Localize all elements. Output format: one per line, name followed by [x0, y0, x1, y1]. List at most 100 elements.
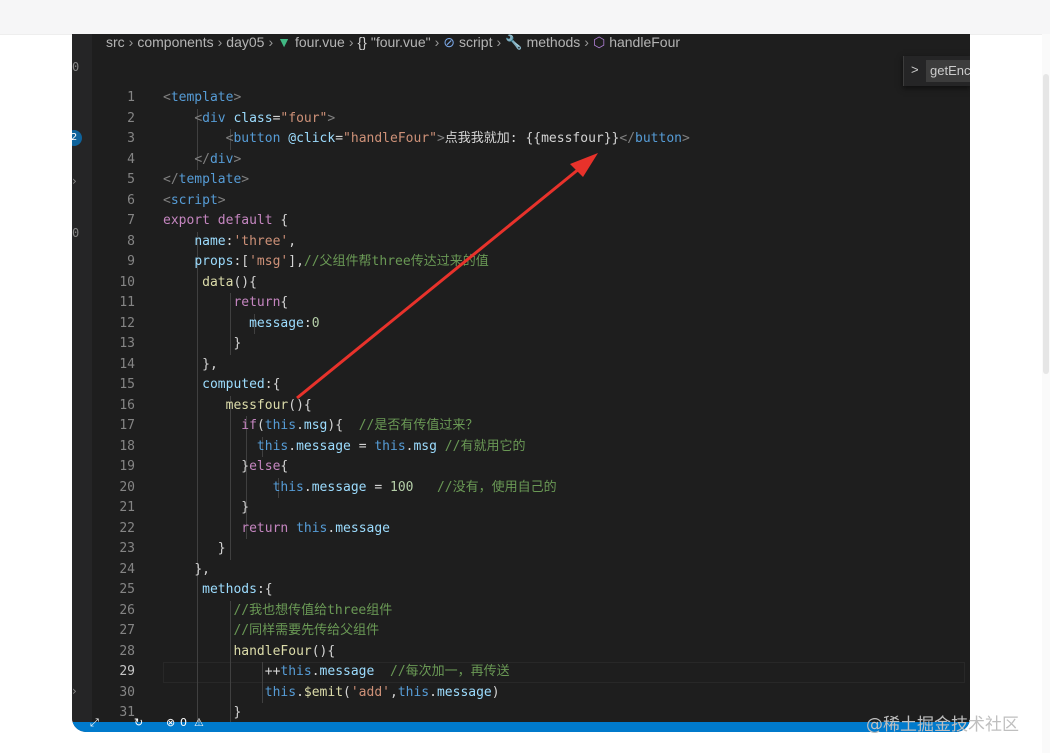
- code-line[interactable]: 13 }: [92, 334, 970, 355]
- chevron-right-icon[interactable]: ›: [72, 174, 77, 188]
- code-line[interactable]: 25 methods:{: [92, 580, 970, 601]
- code-text[interactable]: }: [163, 539, 226, 560]
- code-line[interactable]: 11 return{: [92, 293, 970, 314]
- code-line[interactable]: 24 },: [92, 559, 970, 581]
- line-number: 14: [119, 356, 135, 372]
- chevron-right-icon: ›: [268, 34, 274, 50]
- code-line[interactable]: 20 this.message = 100 //没有，使用自己的: [92, 477, 970, 499]
- code-line[interactable]: 30 this.$emit('add',this.message): [92, 682, 970, 704]
- chevron-right-icon: ›: [128, 34, 134, 50]
- code-line[interactable]: 29 ++this.message //每次加一，再传送: [92, 662, 970, 683]
- code-line[interactable]: 16 messfour(){: [92, 395, 970, 417]
- chevron-right-icon: ›: [434, 34, 440, 50]
- line-number: 28: [119, 643, 135, 659]
- code-text[interactable]: export default {: [163, 211, 288, 232]
- code-line[interactable]: 18 this.message = this.msg //有就用它的: [92, 436, 970, 458]
- code-text[interactable]: }: [163, 498, 249, 519]
- chevron-right-icon[interactable]: ›: [72, 684, 77, 698]
- code-text[interactable]: <script>: [163, 191, 226, 212]
- code-line[interactable]: 17 if(this.msg){ //是否有传值过来？: [92, 416, 970, 437]
- line-number: 17: [119, 418, 135, 433]
- breadcrumb-item-file[interactable]: four.vue: [295, 34, 345, 50]
- code-line[interactable]: 14 },: [92, 354, 970, 376]
- line-number: 21: [119, 500, 135, 515]
- code-line[interactable]: 10 data(){: [92, 272, 970, 294]
- vue-icon: ▼: [277, 34, 291, 50]
- code-line[interactable]: 6 <script>: [92, 191, 970, 212]
- code-line[interactable]: 9 props:['msg'],//父组件帮three传达过来的值: [92, 252, 970, 273]
- code-text[interactable]: },: [163, 355, 218, 376]
- line-number: 26: [119, 602, 135, 618]
- code-text[interactable]: //我也想传值给three组件: [163, 601, 392, 622]
- code-text[interactable]: }else{: [163, 457, 288, 478]
- code-line[interactable]: 22 return this.message: [92, 518, 970, 540]
- code-text[interactable]: if(this.msg){ //是否有传值过来？: [163, 416, 478, 437]
- code-line[interactable]: 3 <button @click="handleFour">点我我就加: {{m…: [92, 129, 970, 150]
- code-line[interactable]: 19 }else{: [92, 457, 970, 478]
- code-area[interactable]: 1 <template> 2 <div class="four"> 3 <button…: [92, 88, 970, 724]
- code-text[interactable]: return{: [163, 293, 288, 314]
- code-line[interactable]: 21 }: [92, 498, 970, 519]
- line-number: 10: [119, 274, 135, 290]
- line-number: 5: [127, 172, 135, 187]
- code-text[interactable]: props:['msg'],//父组件帮three传达过来的值: [163, 252, 488, 273]
- code-line[interactable]: 28 handleFour(){: [92, 641, 970, 663]
- find-input[interactable]: getEnc: [926, 60, 970, 82]
- breadcrumb-item-methods[interactable]: methods: [527, 34, 581, 50]
- code-line[interactable]: 8 name:'three',: [92, 231, 970, 253]
- remote-icon[interactable]: ⤢: [90, 716, 99, 730]
- code-text[interactable]: name:'three',: [163, 232, 296, 253]
- breadcrumb-item-handler[interactable]: handleFour: [609, 34, 680, 50]
- chevron-right-icon: ›: [348, 34, 354, 50]
- error-icon[interactable]: ⊗: [166, 716, 175, 729]
- line-number: 25: [119, 582, 135, 597]
- code-line[interactable]: 7 export default {: [92, 211, 970, 232]
- activity-digit: 0: [72, 60, 80, 74]
- breadcrumb-item-script[interactable]: script: [459, 34, 492, 50]
- breadcrumb-item-components[interactable]: components: [137, 34, 213, 50]
- find-widget[interactable]: > getEnc: [903, 56, 970, 86]
- breadcrumb-item-module[interactable]: "four.vue": [371, 34, 431, 50]
- code-text[interactable]: messfour(){: [163, 396, 312, 417]
- code-text[interactable]: methods:{: [163, 580, 272, 601]
- code-line[interactable]: 5 </template>: [92, 170, 970, 191]
- code-line[interactable]: 1 <template>: [92, 88, 970, 109]
- breadcrumb-item-src[interactable]: src: [106, 34, 125, 50]
- code-text[interactable]: <div class="four">: [163, 109, 335, 130]
- sync-icon[interactable]: ↻: [134, 716, 143, 729]
- code-line[interactable]: 2 <div class="four">: [92, 108, 970, 130]
- code-text[interactable]: message:0: [163, 314, 319, 335]
- code-text[interactable]: </div>: [163, 150, 241, 171]
- notification-badge[interactable]: 2: [72, 130, 82, 146]
- code-line[interactable]: 12 message:0: [92, 313, 970, 335]
- code-line[interactable]: 4 </div>: [92, 149, 970, 171]
- code-text[interactable]: this.message = this.msg //有就用它的: [163, 437, 526, 458]
- digit-icon: 0: [180, 716, 187, 729]
- chevron-right-icon[interactable]: >: [911, 62, 919, 77]
- page-scrollbar-thumb[interactable]: [1043, 74, 1049, 374]
- code-text[interactable]: <template>: [163, 88, 241, 109]
- code-line[interactable]: 15 computed:{: [92, 375, 970, 396]
- code-line[interactable]: 26 //我也想传值给three组件: [92, 600, 970, 622]
- braces-icon: {}: [357, 34, 367, 50]
- code-text[interactable]: //同样需要先传给父组件: [163, 621, 379, 642]
- code-text[interactable]: data(){: [163, 273, 257, 294]
- code-text[interactable]: handleFour(){: [163, 642, 335, 663]
- code-text[interactable]: </template>: [163, 170, 249, 191]
- code-line[interactable]: 27 //同样需要先传给父组件: [92, 621, 970, 642]
- line-number: 22: [119, 520, 135, 536]
- code-line[interactable]: 31 }: [92, 703, 970, 724]
- code-text[interactable]: <button @click="handleFour">点我我就加: {{mes…: [163, 129, 690, 150]
- code-line[interactable]: 23 }: [92, 539, 970, 560]
- wrench-icon: 🔧: [505, 34, 523, 50]
- breadcrumb-item-day05[interactable]: day05: [226, 34, 264, 50]
- code-text[interactable]: this.$emit('add',this.message): [163, 683, 500, 704]
- code-text[interactable]: ++this.message //每次加一，再传送: [163, 662, 510, 683]
- code-text[interactable]: }: [163, 334, 241, 355]
- code-text[interactable]: computed:{: [163, 375, 280, 396]
- code-text[interactable]: },: [163, 560, 210, 581]
- code-text[interactable]: this.message = 100 //没有，使用自己的: [163, 478, 557, 499]
- page-scrollbar[interactable]: [1042, 34, 1050, 753]
- code-text[interactable]: return this.message: [163, 519, 390, 540]
- warning-icon[interactable]: ⚠: [194, 716, 204, 729]
